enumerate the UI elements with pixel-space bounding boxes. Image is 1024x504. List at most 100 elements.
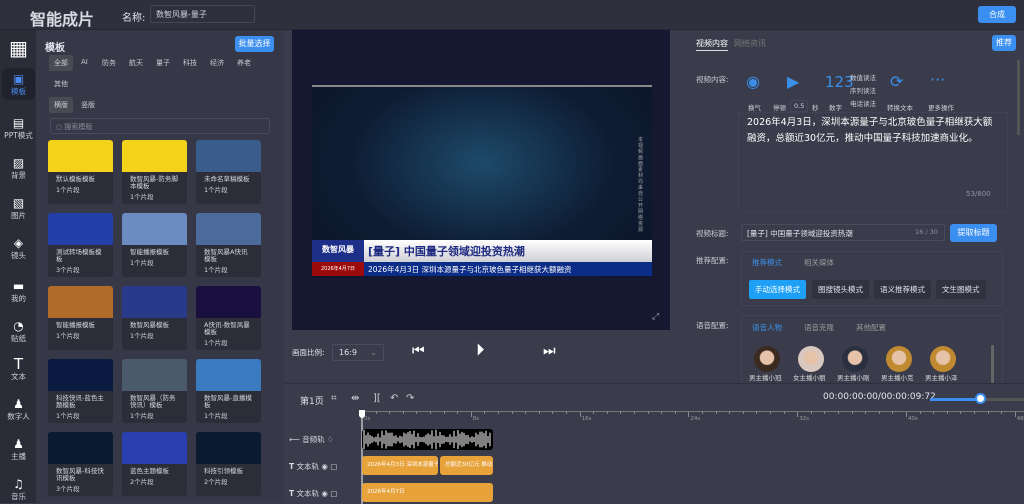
tab-web-news[interactable]: 网络资讯	[734, 38, 766, 49]
tab-voice-clone[interactable]: 语音克隆	[804, 322, 834, 333]
template-card[interactable]: 科技引领模板 2个片段	[196, 432, 261, 496]
voice-avatar[interactable]	[842, 346, 868, 372]
sidebar-item-background[interactable]: ▨ 背景	[2, 157, 35, 181]
category-defense[interactable]: 防务	[97, 55, 121, 71]
audio-clip[interactable]	[362, 429, 493, 450]
orientation-portrait[interactable]: 竖版	[76, 97, 100, 113]
template-card[interactable]: 数智风暴-直播模板 1个片段	[196, 359, 261, 423]
sidebar-item-ppt[interactable]: ▤ PPT模式	[2, 117, 35, 141]
mode-text-to-image[interactable]: 文生图模式	[936, 280, 986, 299]
template-card[interactable]: 智能播报模板 1个片段	[48, 286, 113, 350]
convert-icon[interactable]: ⟳	[890, 72, 903, 91]
tab-voice-person[interactable]: 语音人物	[752, 322, 782, 333]
template-card[interactable]: A快讯-数智风暴模板 1个片段	[196, 286, 261, 350]
redo-icon[interactable]: ↷	[406, 393, 414, 404]
tab-related-media[interactable]: 相关媒体	[804, 257, 834, 268]
breath-icon[interactable]: ◉	[746, 72, 760, 91]
pause-icon[interactable]: ▶	[787, 72, 799, 91]
sidebar-item-anchor[interactable]: ♟ 主播	[2, 438, 35, 462]
template-search-input[interactable]: ○ 搜索模版	[50, 118, 270, 134]
sidebar-label: 贴纸	[11, 334, 26, 343]
lock-icon[interactable]: ▢	[328, 489, 337, 498]
more-icon[interactable]: ···	[930, 70, 945, 89]
template-card[interactable]: 数智风暴-科技快讯模板 3个片段	[48, 432, 113, 496]
voice-avatar[interactable]	[930, 346, 956, 372]
category-tech[interactable]: 科技	[178, 55, 202, 71]
voice-avatar[interactable]	[798, 346, 824, 372]
text-clip[interactable]: 总额近30亿元 推动	[440, 456, 493, 475]
ruler-tick	[1014, 411, 1016, 417]
apps-grid-icon[interactable]: ▦	[2, 38, 35, 58]
batch-select-button[interactable]: 批量选择	[235, 36, 274, 52]
zoom-slider-thumb[interactable]	[975, 393, 986, 404]
sidebar-item-sticker[interactable]: ◔ 贴纸	[2, 320, 35, 344]
category-quantum[interactable]: 量子	[151, 55, 175, 71]
sidebar-label: 主播	[11, 452, 26, 461]
voice-scrollbar[interactable]	[991, 345, 994, 383]
compose-button[interactable]: 合成	[978, 6, 1016, 23]
orientation-landscape[interactable]: 横版	[49, 97, 73, 113]
eye-icon[interactable]: ◉	[319, 489, 328, 498]
recommend-button[interactable]: 推荐	[992, 35, 1016, 51]
sidebar-item-shots[interactable]: ◈ 镜头	[2, 237, 35, 261]
template-card[interactable]: 数智风暴（防务快讯）模板 1个片段	[122, 359, 187, 423]
name-input[interactable]: 数智风暴-量子	[150, 5, 255, 23]
sidebar-item-image[interactable]: ▧ 图片	[2, 197, 35, 221]
category-other[interactable]: 其他	[49, 76, 73, 92]
undo-icon[interactable]: ↶	[390, 393, 398, 404]
mode-image-search[interactable]: 图搜镜头模式	[812, 280, 869, 299]
category-economy[interactable]: 经济	[205, 55, 229, 71]
trim-icon[interactable]: ][	[373, 393, 381, 404]
next-button[interactable]: ⏭	[543, 343, 556, 359]
category-aerospace[interactable]: 航天	[124, 55, 148, 71]
template-card[interactable]: 蓝色主题模板 2个片段	[122, 432, 187, 496]
tab-video-content[interactable]: 视频内容	[696, 38, 728, 51]
template-name: 蓝色主题模板	[130, 467, 169, 475]
template-card[interactable]: 科技快讯-蓝色主题模板 1个片段	[48, 359, 113, 423]
sidebar-item-text[interactable]: T 文本	[2, 357, 35, 382]
template-card[interactable]: 默认模板模板 1个片段	[48, 140, 113, 204]
template-card[interactable]: 数智风暴A快讯模板 1个片段	[196, 213, 261, 277]
number-mode-phone[interactable]: 电话读法	[850, 98, 876, 108]
template-card[interactable]: 未命名草稿模板 1个片段	[196, 140, 261, 204]
top-bar: 智能成片 名称: 数智风暴-量子 合成	[0, 0, 1024, 30]
voice-avatar[interactable]	[886, 346, 912, 372]
sidebar-item-digital-human[interactable]: ♟ 数字人	[2, 398, 35, 422]
title-count: 16 / 30	[915, 228, 938, 236]
category-all[interactable]: 全部	[49, 55, 73, 71]
audio-track-label: ⟵ 音频轨 ♢	[289, 434, 334, 445]
number-mode-value[interactable]: 数值读法	[850, 72, 876, 82]
sidebar-item-music[interactable]: ♫ 音乐	[2, 478, 35, 502]
previous-button[interactable]: ⏮	[412, 343, 425, 359]
template-card[interactable]: 数智风暴-防务脚本模板 1个片段	[122, 140, 187, 204]
mode-manual[interactable]: 手动选择模式	[749, 280, 806, 299]
panel-scrollbar[interactable]	[1017, 60, 1020, 135]
fullscreen-icon[interactable]: ⤢	[652, 312, 659, 322]
bell-icon[interactable]: ♢	[325, 435, 334, 444]
video-frame[interactable]: 数智风暴 [量子] 中国量子领域迎投资热潮 2026年4月7日 2026年4月3…	[312, 85, 652, 277]
time-ruler	[361, 411, 1024, 412]
mode-semantic[interactable]: 语义推荐模式	[874, 280, 931, 299]
sidebar-item-mine[interactable]: ▬ 我的	[2, 280, 35, 304]
split-icon[interactable]: ⇹	[351, 393, 359, 404]
text-clip[interactable]: 2026年4月7日	[362, 483, 493, 502]
crop-icon[interactable]: ⌗	[331, 393, 337, 404]
template-card[interactable]: 数智风暴模板 1个片段	[122, 286, 187, 350]
lock-icon[interactable]: ▢	[328, 462, 337, 471]
voice-avatar[interactable]	[754, 346, 780, 372]
pause-value-input[interactable]: 0.5	[790, 100, 809, 112]
extract-title-button[interactable]: 提取标题	[950, 224, 997, 242]
template-card[interactable]: 测试转场模板模板 3个片段	[48, 213, 113, 277]
category-elderly[interactable]: 养老	[232, 55, 256, 71]
template-card[interactable]: 智能播报模板 1个片段	[122, 213, 187, 277]
category-ai[interactable]: AI	[76, 55, 93, 69]
ratio-select[interactable]: 16:9 ⌄	[332, 344, 384, 361]
text-clip[interactable]: 2026年4月3日 深圳本源量子!	[362, 456, 438, 475]
sidebar-item-template[interactable]: ▣ 模板	[2, 68, 35, 100]
play-button[interactable]: ⏵	[476, 340, 485, 360]
ruler-tick	[865, 411, 867, 414]
number-mode-sequence[interactable]: 序列读法	[850, 85, 876, 95]
tab-other-config[interactable]: 其他配置	[856, 322, 886, 333]
eye-icon[interactable]: ◉	[319, 462, 328, 471]
tab-recommend-mode[interactable]: 推荐模式	[752, 257, 782, 268]
